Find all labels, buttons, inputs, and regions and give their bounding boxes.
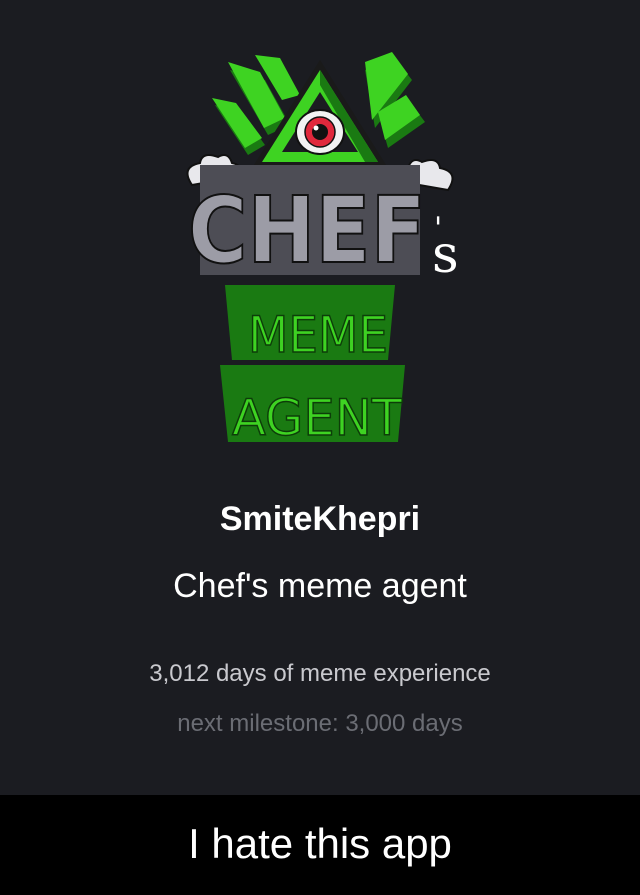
profile-username: SmiteKhepri xyxy=(219,500,421,538)
experience-days: 3,012 days of meme experience xyxy=(149,660,491,687)
agent-wordmark: AGENT xyxy=(220,365,405,445)
meme-caption: I hate this app xyxy=(188,820,452,867)
chefs-meme-agent-logo: CHEF s ' MEME AGENT xyxy=(186,52,459,445)
svg-text:MEME: MEME xyxy=(248,306,388,364)
meme-caption-bar: I hate this app xyxy=(0,795,640,895)
profile-role: Chef's meme agent xyxy=(173,567,467,605)
svg-text:CHEF: CHEF xyxy=(188,177,426,284)
meme-wordmark: MEME xyxy=(225,285,395,365)
svg-text:AGENT: AGENT xyxy=(232,389,402,445)
svg-text:': ' xyxy=(434,211,442,246)
chef-wordmark: CHEF s ' xyxy=(187,165,459,285)
next-milestone: next milestone: 3,000 days xyxy=(177,710,463,737)
profile-screen: CHEF s ' MEME AGENT SmiteKhepri Chef's m… xyxy=(0,0,640,795)
